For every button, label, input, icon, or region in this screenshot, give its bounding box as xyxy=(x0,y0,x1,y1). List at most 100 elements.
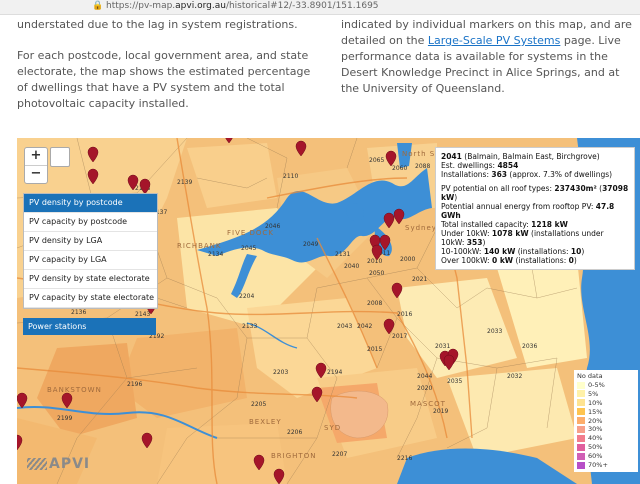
postcode-label: 2196 xyxy=(127,381,142,388)
legend-label: 0-5% xyxy=(588,381,605,389)
postcode-label: 2139 xyxy=(177,179,192,186)
postcode-label: 2050 xyxy=(369,270,384,277)
layer-pv-capacity-lga[interactable]: PV capacity by LGA xyxy=(24,251,157,270)
layer-pv-capacity-electorate[interactable]: PV capacity by state electorate xyxy=(24,289,157,308)
legend-swatch xyxy=(577,417,585,425)
legend-item: 15% xyxy=(577,408,635,417)
postcode-label: 2143 xyxy=(135,311,150,318)
zoom-in-button[interactable]: + xyxy=(25,148,47,165)
info-total: Total installed capacity: 1218 kW xyxy=(441,220,568,229)
postcode-label: 2035 xyxy=(447,378,462,385)
zoom-out-button[interactable]: − xyxy=(25,165,47,183)
legend-label: 5% xyxy=(588,389,599,398)
legend-label: 40% xyxy=(588,434,603,443)
postcode-label: 2016 xyxy=(397,311,412,318)
postcode-label: 2036 xyxy=(522,343,537,350)
postcode-label: 2136 xyxy=(71,309,86,316)
postcode-label: 2032 xyxy=(507,373,522,380)
info-heading: 2041 (Balmain, Balmain East, Birchgrove) xyxy=(441,152,600,161)
postcode-label: 2207 xyxy=(332,451,347,458)
postcode-label: 2205 xyxy=(251,401,266,408)
postcode-label: 2033 xyxy=(487,328,502,335)
postcode-label: 2216 xyxy=(397,455,412,462)
postcode-label: 2044 xyxy=(417,373,432,380)
legend-swatch xyxy=(577,399,585,407)
layer-pv-density-electorate[interactable]: PV density by state electorate xyxy=(24,270,157,289)
place-label: SYD xyxy=(324,424,341,432)
layer-pv-capacity-postcode[interactable]: PV capacity by postcode xyxy=(24,213,157,232)
legend-swatch xyxy=(577,461,585,469)
legend-swatch xyxy=(577,443,585,451)
postcode-label: 2043 xyxy=(337,323,352,330)
postcode-label: 2020 xyxy=(417,385,432,392)
place-label: Sydney xyxy=(405,224,437,232)
intro-paragraph: For each postcode, local government area… xyxy=(17,49,311,110)
map-legend: No data 0-5% 5% 10% 15% 20% 30% 40% 50% 60% 70%+ xyxy=(574,370,638,472)
lock-icon: 🔒 xyxy=(92,1,104,11)
info-energy: Potential annual energy from rooftop PV:… xyxy=(441,202,615,220)
url-text[interactable]: https://pv-map.apvi.org.au/historical#12… xyxy=(106,1,379,11)
info-dwellings: Est. dwellings: 4854 xyxy=(441,161,519,170)
postcode-label: 2017 xyxy=(392,333,407,340)
postcode-label: 2065 xyxy=(369,157,384,164)
legend-item: 30% xyxy=(577,425,635,434)
legend-item: 20% xyxy=(577,417,635,426)
info-under10: Under 10kW: 1078 kW (installations under… xyxy=(441,229,604,247)
legend-label: 70%+ xyxy=(588,461,608,470)
postcode-label: 2049 xyxy=(303,241,318,248)
postcode-label: 2206 xyxy=(287,429,302,436)
postcode-label: 2015 xyxy=(367,346,382,353)
postcode-label: 2199 xyxy=(57,415,72,422)
zoom-control: + − xyxy=(24,147,48,184)
postcode-label: 2031 xyxy=(435,343,450,350)
apvi-logo: APVI xyxy=(27,456,90,472)
legend-item: 10% xyxy=(577,399,635,408)
postcode-label: 2203 xyxy=(273,369,288,376)
legend-swatch xyxy=(577,452,585,460)
postcode-label: 2060 xyxy=(392,165,407,172)
large-scale-paragraph: indicated by individual markers on this … xyxy=(341,18,632,95)
legend-label: 15% xyxy=(588,407,603,416)
postcode-info-panel: 2041 (Balmain, Balmain East, Birchgrove)… xyxy=(435,147,635,270)
postcode-label: 2131 xyxy=(335,251,350,258)
legend-swatch xyxy=(577,434,585,442)
postcode-label: 2110 xyxy=(283,173,298,180)
place-label: North S xyxy=(402,150,435,158)
postcode-label: 2194 xyxy=(327,369,342,376)
legend-swatch xyxy=(577,381,585,389)
legend-item: 70%+ xyxy=(577,461,635,470)
place-label: BANKSTOWN xyxy=(47,386,102,394)
info-potential: PV potential on all roof types: 237430m²… xyxy=(441,184,629,202)
legend-item: 50% xyxy=(577,443,635,452)
postcode-label: 2134 xyxy=(208,251,223,258)
layer-pv-density-postcode[interactable]: PV density by postcode xyxy=(24,194,157,213)
info-over100: Over 100kW: 0 kW (installations: 0) xyxy=(441,256,577,265)
large-scale-pv-link[interactable]: Large-Scale PV Systems xyxy=(428,34,560,47)
place-label: MASCOT xyxy=(410,400,446,408)
legend-item: 5% xyxy=(577,390,635,399)
legend-title: No data xyxy=(577,372,603,380)
address-bar[interactable]: 🔒 https://pv-map.apvi.org.au/historical#… xyxy=(0,0,640,15)
place-label: BRIGHTON xyxy=(271,452,316,460)
place-label: BEXLEY xyxy=(249,418,282,426)
postcode-label: 2021 xyxy=(412,276,427,283)
layer-selector: PV density by postcode PV capacity by po… xyxy=(23,193,158,309)
legend-label: 60% xyxy=(588,452,603,461)
legend-label: 50% xyxy=(588,443,603,452)
postcode-label: 2045 xyxy=(241,245,256,252)
legend-label: 20% xyxy=(588,416,603,425)
postcode-label: 2204 xyxy=(239,293,254,300)
place-label: FIVE DOCK xyxy=(227,229,274,237)
fullscreen-button[interactable] xyxy=(50,147,70,167)
legend-item: 40% xyxy=(577,434,635,443)
info-installations: Installations: 363 (approx. 7.3% of dwel… xyxy=(441,170,613,179)
legend-label: 30% xyxy=(588,425,603,434)
legend-item: 60% xyxy=(577,452,635,461)
intro-text-top: understated due to the lag in system reg… xyxy=(17,18,298,31)
apvi-logo-icon xyxy=(27,458,47,470)
postcode-label: 2133 xyxy=(242,323,257,330)
pv-map[interactable]: 2139211020652060208821382137204620452049… xyxy=(17,138,640,484)
power-stations-button[interactable]: Power stations xyxy=(23,318,156,335)
postcode-label: 2040 xyxy=(344,263,359,270)
layer-pv-density-lga[interactable]: PV density by LGA xyxy=(24,232,157,251)
